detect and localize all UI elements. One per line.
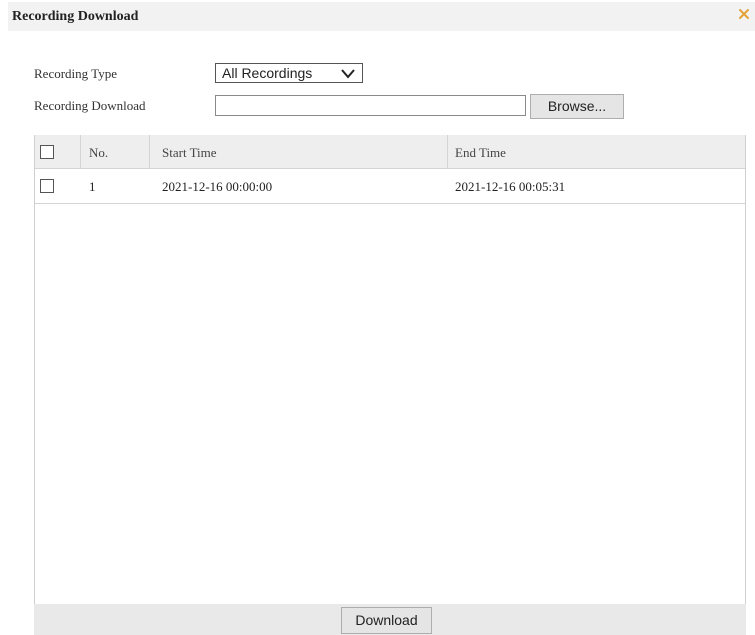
close-icon[interactable]: [735, 4, 753, 24]
recording-type-select[interactable]: All Recordings: [215, 63, 363, 83]
column-divider: [447, 135, 448, 169]
recording-type-value: All Recordings: [222, 65, 313, 81]
column-header-end-time: End Time: [455, 145, 506, 160]
dialog-footer: Download: [34, 604, 746, 635]
dialog-title: Recording Download: [12, 9, 139, 24]
recording-type-label: Recording Type: [34, 66, 117, 81]
select-all-checkbox[interactable]: [40, 145, 54, 159]
recording-download-dialog: Recording Download Recording Type All Re…: [0, 0, 755, 635]
dialog-titlebar: Recording Download: [8, 2, 755, 31]
row-end-time: 2021-12-16 00:05:31: [455, 179, 566, 194]
browse-button[interactable]: Browse...: [530, 94, 624, 119]
chevron-down-icon: [340, 67, 356, 83]
row-number: 1: [89, 179, 96, 194]
download-button[interactable]: Download: [341, 607, 432, 634]
column-divider: [149, 135, 150, 169]
column-header-start-time: Start Time: [162, 145, 217, 160]
column-divider: [80, 135, 81, 169]
row-start-time: 2021-12-16 00:00:00: [162, 179, 273, 194]
table-header: No. Start Time End Time: [35, 135, 745, 169]
table-row[interactable]: 1 2021-12-16 00:00:00 2021-12-16 00:05:3…: [35, 169, 745, 204]
column-header-no: No.: [89, 145, 109, 160]
row-checkbox[interactable]: [40, 179, 54, 193]
recording-download-path-input[interactable]: [215, 95, 526, 116]
recordings-table: No. Start Time End Time 1 2021-12-16 00:…: [34, 135, 746, 635]
recording-download-label: Recording Download: [34, 98, 146, 113]
